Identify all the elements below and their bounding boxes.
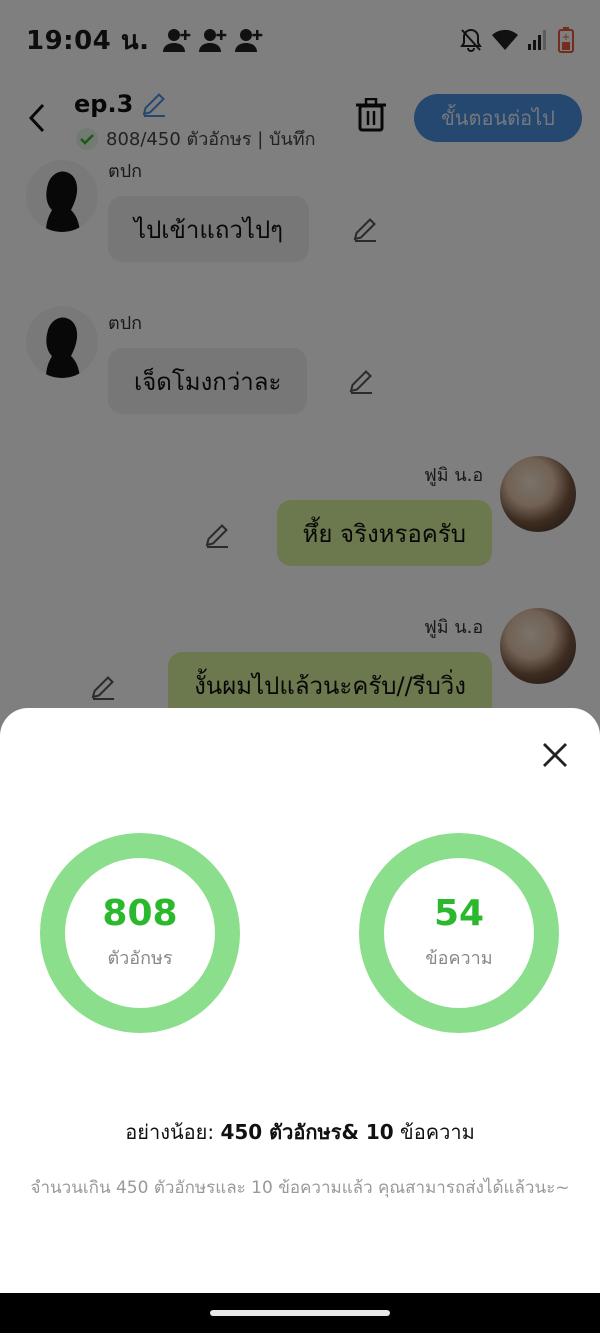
close-icon: [543, 743, 567, 767]
close-button[interactable]: [540, 740, 570, 770]
character-count-label: ตัวอักษร: [107, 948, 173, 970]
character-count-ring: 808 ตัวอักษร: [40, 833, 240, 1033]
message-count-value: 54: [433, 892, 485, 934]
message-count-label: ข้อความ: [425, 948, 493, 970]
message-count-ring: 54 ข้อความ: [359, 833, 559, 1033]
minimum-requirement: อย่างน้อย: 450 ตัวอักษร& 10 ข้อความ: [0, 1116, 600, 1148]
minimum-suffix: ข้อความ: [400, 1120, 475, 1144]
character-count-value: 808: [102, 892, 178, 934]
stats-bottom-sheet: 808 ตัวอักษร 54 ข้อความ อย่างน้อย: 450 ต…: [0, 708, 600, 1293]
system-nav-bar: [0, 1293, 600, 1333]
requirement-hint: จำนวนเกิน 450 ตัวอักษรและ 10 ข้อความแล้ว…: [30, 1178, 570, 1198]
minimum-values: 450 ตัวอักษร& 10: [220, 1120, 394, 1144]
home-indicator[interactable]: [210, 1310, 390, 1316]
minimum-prefix: อย่างน้อย:: [125, 1120, 215, 1144]
